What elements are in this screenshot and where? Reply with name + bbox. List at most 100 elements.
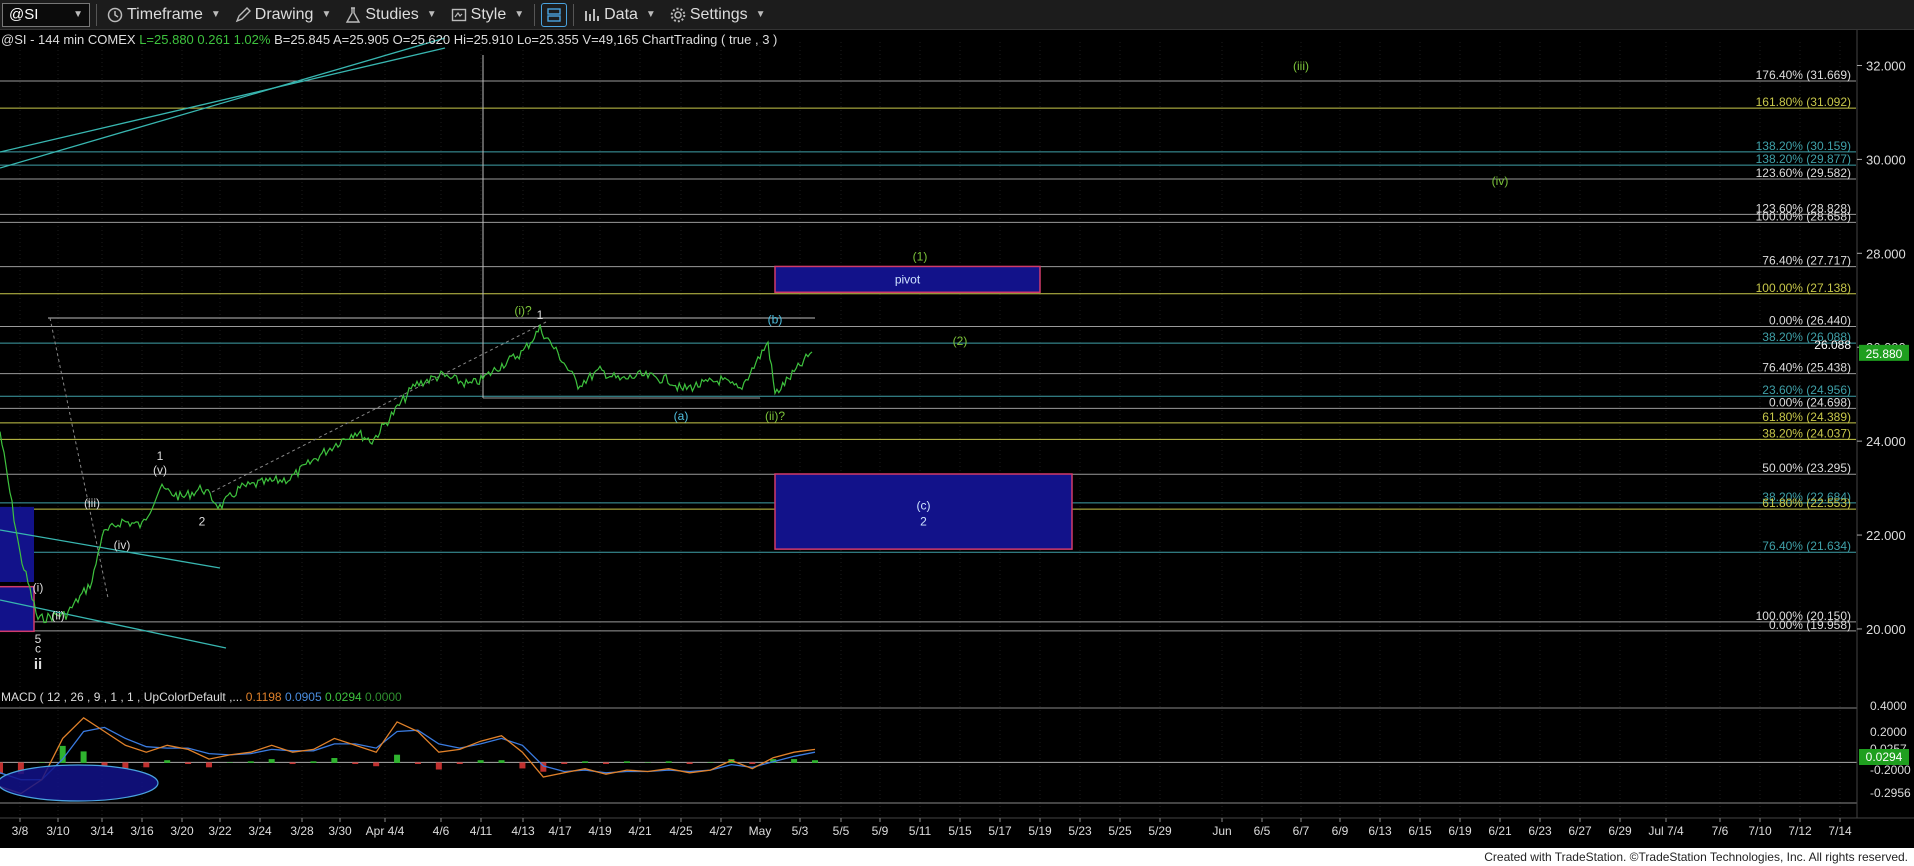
- macd-histogram-bar: [205, 762, 212, 768]
- time-tick-label: 6/9: [1332, 824, 1349, 838]
- fib-label: 161.80% (31.092): [1756, 95, 1851, 109]
- macd-histogram-bar: [435, 762, 442, 770]
- time-tick-label: 4/25: [669, 824, 693, 838]
- wave-label: 2: [199, 515, 206, 529]
- time-tick-label: 3/28: [290, 824, 314, 838]
- macd-histogram-bar: [80, 751, 87, 763]
- macd-histogram-bar: [143, 762, 150, 768]
- time-tick-label: 6/5: [1254, 824, 1271, 838]
- time-tick-label: Apr 4/4: [366, 824, 405, 838]
- fib-label: 38.20% (24.037): [1762, 426, 1851, 440]
- wave-label: (v): [153, 463, 167, 477]
- copyright-footer: Created with TradeStation. ©TradeStation…: [0, 848, 1914, 866]
- wave-label: (1): [913, 249, 928, 263]
- macd-histogram-bar: [289, 762, 296, 765]
- info-prefix: @SI - 144 min COMEX: [1, 32, 136, 47]
- time-tick-label: 5/29: [1148, 824, 1172, 838]
- fib-label: 100.00% (28.658): [1756, 209, 1851, 223]
- time-tick-label: 3/24: [248, 824, 272, 838]
- time-tick-label: 5/3: [792, 824, 809, 838]
- macd-signal-value: 0.0905: [284, 690, 322, 704]
- fib-label: 138.20% (29.877): [1756, 152, 1851, 166]
- macd-tick-label: -0.2956: [1870, 786, 1911, 800]
- wave-label: (i): [33, 580, 44, 594]
- macd-histogram-bar: [247, 761, 254, 763]
- target-box-left-upper: [0, 506, 34, 582]
- macd-histogram-bar: [373, 762, 380, 767]
- wave-label: (2): [953, 334, 968, 348]
- time-tick-label: 5/25: [1108, 824, 1132, 838]
- time-tick-label: 3/10: [46, 824, 70, 838]
- target-box-left: [0, 585, 35, 633]
- last-price-label: 25.880: [1866, 347, 1903, 361]
- macd-histogram-bar: [707, 762, 714, 763]
- time-tick-label: Jul 7/4: [1648, 824, 1684, 838]
- time-tick-label: 4/13: [511, 824, 535, 838]
- time-tick-label: Jun: [1212, 824, 1231, 838]
- price-tick-label: 22.000: [1866, 528, 1906, 543]
- fib-label: 0.00% (24.698): [1769, 395, 1851, 409]
- time-tick-label: May: [749, 824, 772, 838]
- time-tick-label: 3/8: [12, 824, 29, 838]
- fib-label: 100.00% (27.138): [1756, 281, 1851, 295]
- macd-histogram-bar: [582, 761, 589, 763]
- fib-label: 76.40% (25.438): [1762, 361, 1851, 375]
- macd-diff-value: 0.0294: [324, 690, 362, 704]
- box-label: pivot: [895, 272, 921, 286]
- macd-histogram-bar: [310, 761, 317, 763]
- time-tick-label: 6/23: [1528, 824, 1552, 838]
- macd-tick-label: 0.2000: [1870, 725, 1907, 739]
- wave-label: 1: [537, 308, 544, 322]
- time-tick-label: 3/20: [170, 824, 194, 838]
- macd-histogram-bar: [623, 761, 630, 763]
- macd-histogram-bar: [561, 762, 568, 765]
- macd-histogram-bar: [603, 762, 610, 765]
- macd-last-label: 0.0294: [1866, 750, 1903, 764]
- wave-label: c: [35, 641, 41, 655]
- time-tick-label: 6/29: [1608, 824, 1632, 838]
- price-label: 26.088: [1814, 338, 1851, 352]
- macd-legend: MACD ( 12 , 26 , 9 , 1 , 1 , UpColorDefa…: [1, 690, 402, 704]
- time-tick-label: 6/15: [1408, 824, 1432, 838]
- time-tick-label: 6/13: [1368, 824, 1392, 838]
- time-tick-label: 6/19: [1448, 824, 1472, 838]
- macd-tick-label: -0.2000: [1870, 763, 1911, 777]
- macd-histogram-bar: [331, 758, 338, 763]
- fib-label: 76.40% (21.634): [1762, 539, 1851, 553]
- price-tick-label: 32.000: [1866, 58, 1906, 73]
- fib-label: 176.40% (31.669): [1756, 68, 1851, 82]
- time-tick-label: 4/21: [628, 824, 652, 838]
- price-chart[interactable]: 176.40% (31.669)161.80% (31.092)138.20% …: [0, 0, 1914, 848]
- time-tick-label: 7/10: [1748, 824, 1772, 838]
- time-tick-label: 5/9: [872, 824, 889, 838]
- macd-histogram-bar: [414, 762, 421, 765]
- time-tick-label: 6/27: [1568, 824, 1592, 838]
- macd-histogram-bar: [122, 762, 129, 769]
- time-tick-label: 3/16: [130, 824, 154, 838]
- macd-value: 0.1198: [245, 690, 282, 704]
- box-sublabel: 2: [920, 515, 927, 529]
- info-last: L=25.880: [139, 32, 194, 47]
- box-label: (c): [917, 499, 931, 513]
- symbol-info-line: @SI - 144 min COMEX L=25.880 0.261 1.02%…: [1, 32, 777, 47]
- fib-label: 61.80% (24.389): [1762, 410, 1851, 424]
- time-tick-label: 4/11: [470, 824, 493, 838]
- fib-label: 0.00% (26.440): [1769, 314, 1851, 328]
- macd-histogram-bar: [456, 762, 463, 765]
- time-tick-label: 4/17: [548, 824, 572, 838]
- wave-label: (i)?: [514, 303, 532, 317]
- fib-label: 50.00% (23.295): [1762, 461, 1851, 475]
- macd-histogram-bar: [226, 762, 233, 763]
- macd-histogram-bar: [352, 762, 359, 765]
- time-tick-label: 6/21: [1488, 824, 1512, 838]
- macd-histogram-bar: [164, 760, 171, 763]
- wave-label: (iii): [1293, 59, 1309, 73]
- time-tick-label: 4/19: [588, 824, 612, 838]
- macd-histogram-bar: [268, 759, 275, 763]
- time-tick-label: 5/5: [833, 824, 850, 838]
- price-tick-label: 20.000: [1866, 622, 1906, 637]
- macd-histogram-bar: [749, 762, 756, 765]
- macd-histogram-bar: [812, 760, 818, 763]
- fib-label: 61.80% (22.553): [1762, 496, 1851, 510]
- time-tick-label: 5/15: [948, 824, 972, 838]
